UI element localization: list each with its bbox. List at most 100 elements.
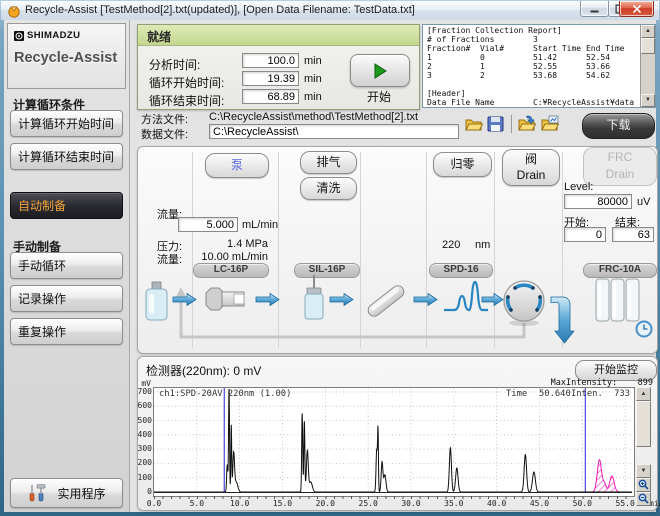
cursor-time-label: Time — [506, 389, 527, 399]
chart-scroll-down[interactable]: ▼ — [636, 464, 651, 478]
repeat-operation-button[interactable]: 重复操作 — [10, 318, 123, 345]
cursor-time-value: 50.640 — [539, 389, 571, 399]
flow-diagram-panel: 泵 排气 清洗 归零 阀 Drain FRC Drain 流量: 5.000 m… — [137, 146, 658, 354]
recycle-valve-icon — [504, 281, 544, 326]
calc-cycle-end-button[interactable]: 计算循环结束时间 — [10, 143, 123, 170]
y-tick-label: 300 — [126, 444, 152, 453]
y-tick-label: 0 — [126, 487, 152, 496]
titlebar: Recycle-Assist [TestMethod[2].txt(update… — [1, 1, 659, 21]
solvent-bottle-icon — [146, 282, 167, 320]
chart-scroll-thumb[interactable] — [636, 401, 651, 447]
app-name: Recycle-Assist — [14, 50, 117, 66]
report-scroll-down[interactable]: ▼ — [641, 94, 655, 107]
manual-cycle-button[interactable]: 手动循环 — [10, 252, 123, 279]
chart-scroll-up[interactable]: ▲ — [636, 387, 651, 401]
brand-card: SHIMADZU Recycle-Assist — [7, 23, 126, 89]
download-button[interactable]: 下载 — [582, 113, 655, 139]
sidebar: SHIMADZU Recycle-Assist 计算循环条件 计算循环开始时间 … — [4, 20, 130, 512]
status-state: 就绪 — [147, 28, 171, 45]
cycle-end-unit: min — [304, 91, 322, 103]
cycle-end-input[interactable]: 68.89 — [242, 89, 299, 104]
data-file-label: 数据文件: — [141, 126, 188, 142]
fraction-report-text: [Fraction Collection Report] # of Fracti… — [427, 26, 634, 107]
method-file-label: 方法文件: — [141, 111, 188, 127]
start-button[interactable] — [350, 54, 410, 87]
close-button[interactable] — [619, 1, 654, 17]
detector-monitor-panel: 检测器(220nm): 0 mV 开始监控 MaxIntensity: 899 … — [137, 356, 658, 511]
x-tick-label: 50.0 — [570, 499, 594, 508]
y-tick-label: 200 — [126, 458, 152, 467]
tools-icon — [27, 483, 49, 503]
cycle-start-label: 循环开始时间: — [149, 74, 224, 91]
save-method-icon[interactable] — [486, 115, 505, 133]
window-title: Recycle-Assist [TestMethod[2].txt(update… — [25, 4, 415, 16]
x-tick-label: 15.0 — [270, 499, 294, 508]
file-toolbar-divider — [511, 115, 512, 133]
calc-cycle-start-button[interactable]: 计算循环开始时间 — [10, 110, 123, 137]
recycle-assist-window: Recycle-Assist [TestMethod[2].txt(update… — [0, 0, 660, 516]
pump-icon — [206, 288, 244, 310]
flow-arrow — [482, 294, 503, 306]
chart-scrollbar[interactable]: ▲ ▼ — [636, 387, 651, 507]
method-file-path: C:\RecycleAssist\method\TestMethod[2].tx… — [209, 111, 418, 123]
clock-icon — [637, 322, 652, 337]
play-icon — [372, 63, 388, 79]
y-tick-label: 100 — [126, 473, 152, 482]
detector-peak-icon — [444, 282, 488, 310]
x-tick-label: 25.0 — [356, 499, 380, 508]
report-scrollbar[interactable]: ▲ ▼ — [640, 25, 655, 107]
data-file-input[interactable]: C:\RecycleAssist\ — [209, 124, 459, 139]
to-collector-arrow — [551, 297, 574, 343]
fraction-tubes-icon — [596, 279, 639, 321]
x-tick-label: 40.0 — [485, 499, 509, 508]
x-tick-label: 30.0 — [399, 499, 423, 508]
flow-arrow — [414, 294, 437, 306]
x-tick-label: 0.0 — [142, 499, 166, 508]
autosampler-vial-icon — [305, 275, 323, 319]
open-method-icon[interactable] — [464, 115, 483, 133]
brand-name: SHIMADZU — [27, 30, 80, 41]
y-tick-label: 600 — [126, 401, 152, 410]
chart-zoom-out-button[interactable] — [636, 492, 651, 506]
client-area: SHIMADZU Recycle-Assist 计算循环条件 计算循环开始时间 … — [4, 20, 656, 512]
x-tick-label: 35.0 — [442, 499, 466, 508]
cycle-start-input[interactable]: 19.39 — [242, 71, 299, 86]
flow-arrow — [256, 294, 279, 306]
record-operation-button[interactable]: 记录操作 — [10, 285, 123, 312]
detector-title: 检测器(220nm): 0 mV — [146, 362, 261, 379]
minimize-button[interactable] — [580, 1, 609, 17]
y-tick-label: 400 — [126, 430, 152, 439]
x-tick-label: 10.0 — [228, 499, 252, 508]
analysis-time-input[interactable]: 100.0 — [242, 53, 299, 68]
analysis-time-unit: min — [304, 55, 322, 67]
column-icon — [366, 283, 406, 318]
main-area: 就绪 分析时间: 100.0 min 循环开始时间: 19.39 min 循环结… — [130, 20, 656, 512]
file-row: 方法文件: C:\RecycleAssist\method\TestMethod… — [130, 110, 656, 144]
x-tick-label: 5.0 — [185, 499, 209, 508]
status-panel: 就绪 分析时间: 100.0 min 循环开始时间: 19.39 min 循环结… — [137, 24, 420, 110]
x-tick-label: 55.0 — [613, 499, 637, 508]
analysis-time-label: 分析时间: — [149, 56, 200, 73]
cursor-inten-value: 733 — [600, 389, 630, 399]
report-scroll-up[interactable]: ▲ — [641, 25, 655, 38]
chromatogram-plot: ch1:SPD-20AV 220nm (1.00) Time 50.640 In… — [153, 387, 635, 497]
open-data-icon[interactable] — [517, 115, 536, 133]
open-report-icon[interactable] — [540, 115, 559, 133]
cycle-end-label: 循环结束时间: — [149, 92, 224, 109]
auto-prep-button[interactable]: 自动制备 — [10, 192, 123, 219]
chart-zoom-in-button[interactable] — [636, 478, 651, 492]
y-tick-label: 500 — [126, 416, 152, 425]
cycle-start-unit: min — [304, 73, 322, 85]
flow-arrow — [330, 294, 353, 306]
start-button-label: 开始 — [350, 88, 408, 105]
shimadzu-logo-icon — [14, 31, 24, 41]
report-scroll-thumb[interactable] — [641, 38, 655, 54]
x-tick-label: 45.0 — [527, 499, 551, 508]
channel-annotation: ch1:SPD-20AV 220nm (1.00) — [159, 389, 291, 399]
app-icon — [7, 4, 21, 18]
x-axis-ticks — [154, 496, 632, 499]
utility-label: 实用程序 — [57, 485, 105, 502]
fraction-report-panel: [Fraction Collection Report] # of Fracti… — [422, 24, 656, 108]
chromatogram-svg — [154, 388, 632, 494]
utility-button[interactable]: 实用程序 — [10, 478, 123, 508]
